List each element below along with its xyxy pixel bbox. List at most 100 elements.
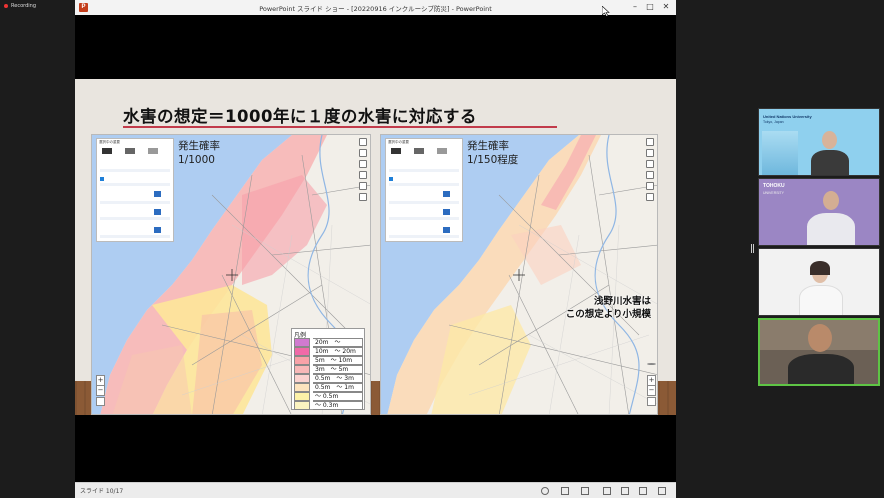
- flood-map-right[interactable]: 選択中の重要 発生確率 1/150程度 浅野川水害は この想定より小規模 + −: [380, 134, 658, 415]
- legend-item: 0.5m ～ 1m: [294, 383, 363, 392]
- legend-swatch: [294, 401, 310, 410]
- recording-label: Recording: [11, 3, 37, 9]
- legend-item: 3m ～ 5m: [294, 365, 363, 374]
- probability-label: 発生確率: [467, 140, 509, 152]
- grid-view-icon[interactable]: [581, 487, 589, 495]
- zoom-out-button[interactable]: −: [647, 385, 656, 396]
- note-line-1: 浅野川水害は: [593, 296, 651, 307]
- zoom-out-button[interactable]: −: [96, 385, 105, 396]
- layers-icon[interactable]: [646, 138, 654, 146]
- participant-tile-3[interactable]: [758, 248, 880, 316]
- status-bar: スライド 10/17: [75, 482, 676, 498]
- checkbox[interactable]: [389, 177, 393, 181]
- map-toolbar: [646, 138, 655, 204]
- legend-item: 5m ～ 10m: [294, 356, 363, 365]
- record-dot-icon: [4, 4, 8, 8]
- participant-avatar: [808, 324, 832, 352]
- tile-subcaption: UNIVERSITY: [763, 191, 785, 195]
- layer-tab[interactable]: [437, 148, 447, 154]
- layer-tab[interactable]: [102, 148, 112, 154]
- layer-button[interactable]: [443, 191, 450, 197]
- layer-button[interactable]: [443, 209, 450, 215]
- wood-floor-mid: [370, 381, 380, 415]
- layer-tab[interactable]: [148, 148, 158, 154]
- panel-resize-handle[interactable]: [751, 244, 754, 253]
- title-underline: [123, 126, 557, 128]
- tile-caption: TOHOKU: [763, 183, 785, 189]
- layer-button[interactable]: [154, 227, 161, 233]
- pen-icon[interactable]: [359, 171, 367, 179]
- legend-swatch: [294, 383, 310, 392]
- print-icon[interactable]: [359, 182, 367, 190]
- recording-indicator: Recording: [4, 3, 36, 9]
- slideshow-icon[interactable]: [658, 487, 666, 495]
- legend-item: ～ 0.3m: [294, 401, 363, 410]
- legend-swatch: [294, 338, 310, 347]
- flood-map-left[interactable]: 選択中の重要 発生確率 1/1000 + − 凡例 20m ～ 10m ～ 20…: [91, 134, 371, 415]
- checkbox[interactable]: [100, 177, 104, 181]
- record-icon[interactable]: [541, 487, 549, 495]
- normal-view-icon[interactable]: [603, 487, 611, 495]
- map-settings-icon[interactable]: [96, 397, 105, 406]
- participant-tile-unu[interactable]: United Nations University Tokyo, Japan: [758, 108, 880, 176]
- grid-icon[interactable]: [359, 149, 367, 157]
- map-settings-icon[interactable]: [647, 397, 656, 406]
- tile-caption: United Nations University: [763, 114, 812, 119]
- layer-tab[interactable]: [414, 148, 424, 154]
- participant-avatar: [822, 131, 837, 149]
- legend-swatch: [294, 356, 310, 365]
- building-graphic: [762, 131, 798, 175]
- legend-swatch: [294, 347, 310, 356]
- wood-floor-right: [658, 381, 676, 415]
- participant-body: [788, 354, 854, 384]
- minimize-button[interactable]: –: [628, 1, 642, 13]
- participant-body: [799, 285, 843, 315]
- pencil-icon[interactable]: [359, 160, 367, 168]
- legend-swatch: [294, 392, 310, 401]
- layer-panel-right[interactable]: 選択中の重要: [385, 138, 463, 242]
- legend-swatch: [294, 374, 310, 383]
- probability-block-left: 発生確率 1/1000: [178, 139, 220, 167]
- participant-tile-tohoku[interactable]: TOHOKU UNIVERSITY: [758, 178, 880, 246]
- screen: Recording P PowerPoint スライド ショー - [20220…: [0, 0, 884, 498]
- 3d-icon[interactable]: [359, 193, 367, 201]
- legend-swatch: [294, 365, 310, 374]
- legend-item: ～ 0.5m: [294, 392, 363, 401]
- maximize-button[interactable]: □: [643, 1, 657, 13]
- notes-icon[interactable]: [561, 487, 569, 495]
- note-line-2: この想定より小規模: [565, 309, 651, 320]
- tile-subcaption: Tokyo, Japan: [763, 120, 784, 124]
- legend-item: 20m ～: [294, 338, 363, 347]
- legend-item: 10m ～ 20m: [294, 347, 363, 356]
- title-bar: P PowerPoint スライド ショー - [20220916 インクルーシ…: [75, 0, 676, 15]
- layer-tab[interactable]: [391, 148, 401, 154]
- reading-view-icon[interactable]: [639, 487, 647, 495]
- close-button[interactable]: ✕: [659, 1, 673, 13]
- pen-icon[interactable]: [646, 171, 654, 179]
- map-toolbar: [359, 138, 368, 204]
- location-icon[interactable]: [647, 363, 656, 365]
- slide-sorter-icon[interactable]: [621, 487, 629, 495]
- participant-tile-active-speaker[interactable]: [758, 318, 880, 386]
- probability-value: 1/1000: [178, 154, 215, 166]
- layer-tab[interactable]: [125, 148, 135, 154]
- participant-body: [807, 213, 855, 245]
- probability-label: 発生確率: [178, 140, 220, 152]
- layer-button[interactable]: [443, 227, 450, 233]
- slide-indicator: スライド 10/17: [80, 488, 124, 495]
- asano-river-note: 浅野川水害は この想定より小規模: [531, 295, 651, 321]
- participant-body: [811, 150, 849, 175]
- window-title: PowerPoint スライド ショー - [20220916 インクルーシブ防…: [259, 5, 492, 13]
- layer-panel-left[interactable]: 選択中の重要: [96, 138, 174, 242]
- grid-icon[interactable]: [646, 149, 654, 157]
- 3d-icon[interactable]: [646, 193, 654, 201]
- layer-button[interactable]: [154, 209, 161, 215]
- print-icon[interactable]: [646, 182, 654, 190]
- participant-avatar: [823, 191, 839, 210]
- layers-icon[interactable]: [359, 138, 367, 146]
- pencil-icon[interactable]: [646, 160, 654, 168]
- legend-item: 0.5m ～ 3m: [294, 374, 363, 383]
- layer-button[interactable]: [154, 191, 161, 197]
- participant-hair: [810, 261, 830, 275]
- probability-block-right: 発生確率 1/150程度: [467, 139, 518, 167]
